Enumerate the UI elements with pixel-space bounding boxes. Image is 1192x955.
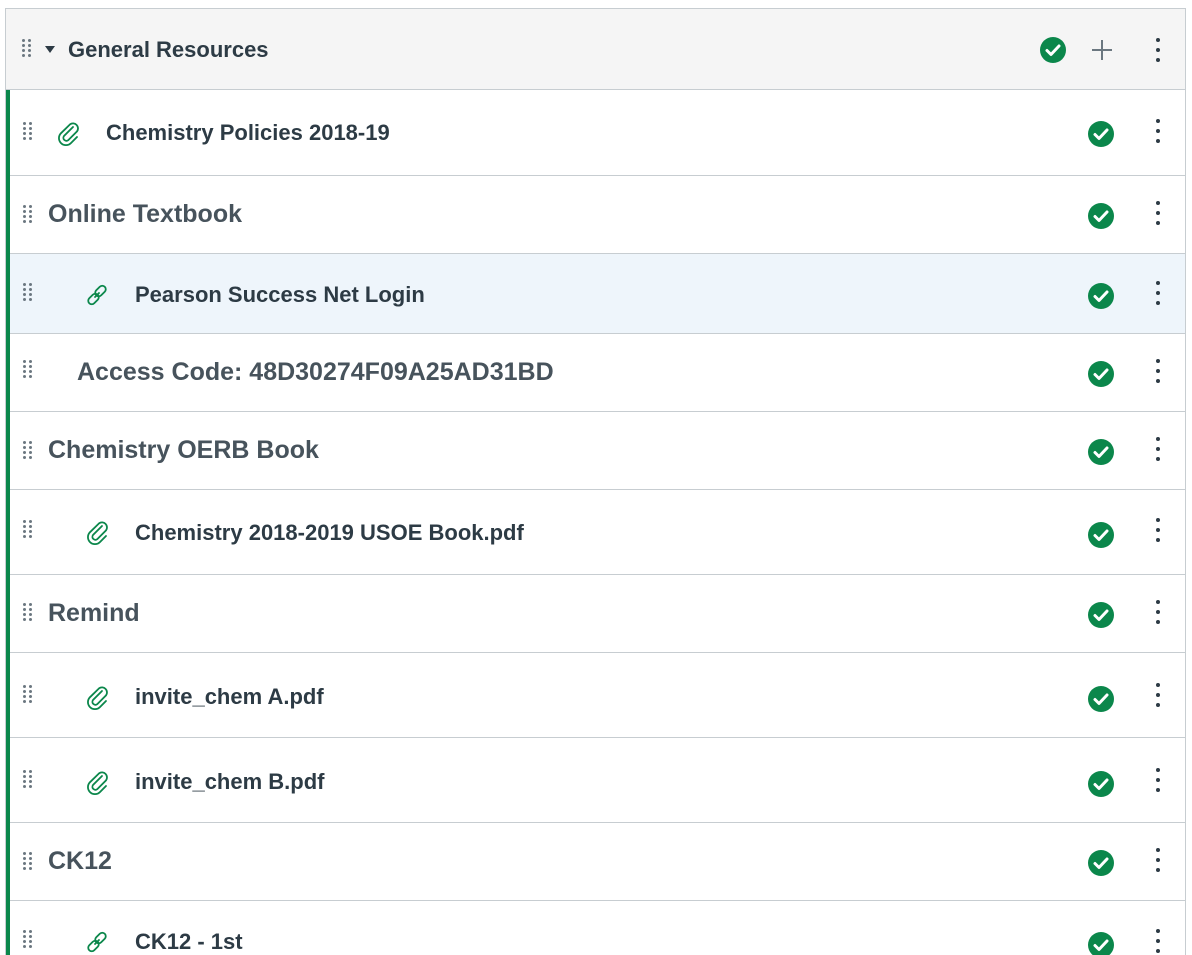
published-check-icon[interactable] [1088, 932, 1114, 955]
drag-handle-icon[interactable] [23, 441, 33, 461]
module-subheader-row[interactable]: Remind [10, 575, 1185, 653]
published-check-icon[interactable] [1088, 686, 1114, 712]
drag-handle-icon[interactable] [23, 603, 33, 623]
module-general-resources: General Resources Chemistry Policies 201… [5, 8, 1186, 955]
drag-handle-icon[interactable] [23, 770, 33, 790]
drag-handle-icon[interactable] [23, 520, 33, 540]
module-text-row[interactable]: Access Code: 48D30274F09A25AD31BD [10, 334, 1185, 412]
published-check-icon[interactable] [1088, 203, 1114, 229]
caret-down-icon[interactable] [45, 46, 55, 53]
link-icon [87, 931, 107, 953]
paperclip-icon [87, 771, 108, 795]
drag-handle-icon[interactable] [23, 122, 33, 142]
drag-handle-icon[interactable] [23, 852, 33, 872]
module-subheader-title[interactable]: Chemistry OERB Book [48, 436, 319, 465]
module-item-title[interactable]: invite_chem A.pdf [135, 684, 324, 710]
published-check-icon[interactable] [1040, 37, 1066, 63]
drag-handle-icon[interactable] [23, 283, 33, 303]
module-header[interactable]: General Resources [6, 9, 1185, 90]
kebab-menu-icon[interactable] [1155, 201, 1161, 225]
paperclip-icon [87, 686, 108, 710]
kebab-menu-icon[interactable] [1155, 518, 1161, 542]
module-item-title[interactable]: Pearson Success Net Login [135, 282, 425, 308]
module-subheader-row[interactable]: Online Textbook [10, 176, 1185, 254]
link-icon [87, 284, 107, 306]
module-title[interactable]: General Resources [68, 37, 269, 63]
kebab-menu-icon[interactable] [1155, 929, 1161, 953]
published-check-icon[interactable] [1088, 361, 1114, 387]
drag-handle-icon[interactable] [23, 685, 33, 705]
module-item-row[interactable]: Pearson Success Net Login [10, 254, 1185, 334]
published-check-icon[interactable] [1088, 121, 1114, 147]
published-check-icon[interactable] [1088, 522, 1114, 548]
paperclip-icon [58, 122, 79, 146]
kebab-menu-icon[interactable] [1155, 119, 1161, 143]
module-subheader-row[interactable]: CK12 [10, 823, 1185, 901]
module-item-row[interactable]: Chemistry 2018-2019 USOE Book.pdf [10, 490, 1185, 575]
drag-handle-icon[interactable] [23, 360, 33, 380]
module-subheader-title[interactable]: Remind [48, 599, 140, 628]
published-check-icon[interactable] [1088, 850, 1114, 876]
drag-handle-icon[interactable] [22, 39, 32, 59]
published-check-icon[interactable] [1088, 283, 1114, 309]
drag-handle-icon[interactable] [23, 930, 33, 950]
kebab-menu-icon[interactable] [1155, 600, 1161, 624]
kebab-menu-icon[interactable] [1155, 38, 1161, 62]
module-items-list: Chemistry Policies 2018-19 Online Textbo… [6, 90, 1185, 955]
published-check-icon[interactable] [1088, 602, 1114, 628]
add-item-plus-icon[interactable] [1092, 40, 1112, 60]
kebab-menu-icon[interactable] [1155, 359, 1161, 383]
module-item-title[interactable]: Chemistry Policies 2018-19 [106, 120, 390, 146]
module-item-title[interactable]: Chemistry 2018-2019 USOE Book.pdf [135, 520, 524, 546]
kebab-menu-icon[interactable] [1155, 768, 1161, 792]
module-item-title[interactable]: invite_chem B.pdf [135, 769, 324, 795]
module-subheader-title[interactable]: CK12 [48, 847, 112, 876]
kebab-menu-icon[interactable] [1155, 683, 1161, 707]
module-subheader-title[interactable]: Online Textbook [48, 200, 242, 229]
kebab-menu-icon[interactable] [1155, 848, 1161, 872]
drag-handle-icon[interactable] [23, 205, 33, 225]
kebab-menu-icon[interactable] [1155, 281, 1161, 305]
module-item-row[interactable]: invite_chem A.pdf [10, 653, 1185, 738]
paperclip-icon [87, 521, 108, 545]
module-subheader-row[interactable]: Chemistry OERB Book [10, 412, 1185, 490]
module-text-title[interactable]: Access Code: 48D30274F09A25AD31BD [77, 358, 554, 387]
published-check-icon[interactable] [1088, 771, 1114, 797]
published-check-icon[interactable] [1088, 439, 1114, 465]
module-item-title[interactable]: CK12 - 1st [135, 929, 243, 955]
module-item-row[interactable]: CK12 - 1st [10, 901, 1185, 955]
module-item-row[interactable]: invite_chem B.pdf [10, 738, 1185, 823]
module-item-row[interactable]: Chemistry Policies 2018-19 [10, 90, 1185, 176]
kebab-menu-icon[interactable] [1155, 437, 1161, 461]
